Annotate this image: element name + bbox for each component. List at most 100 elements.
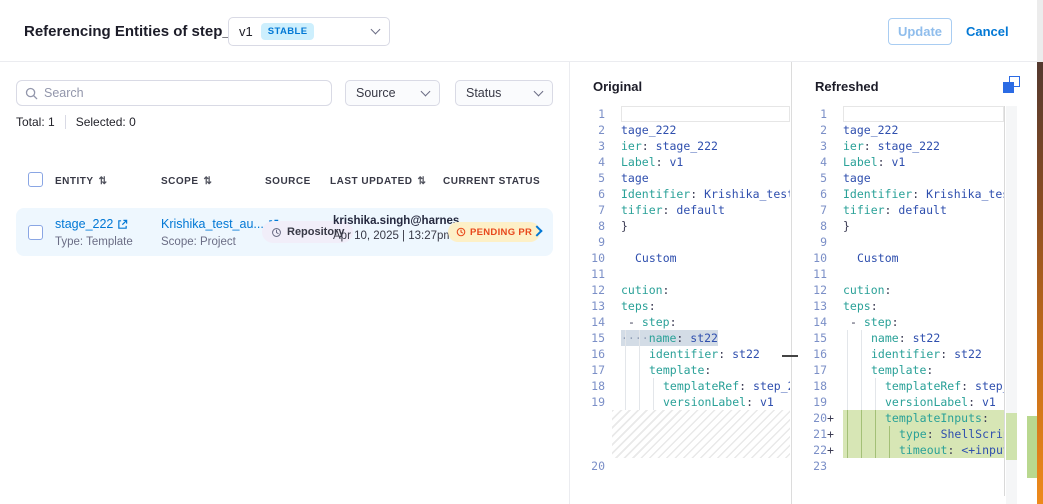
column-entity[interactable]: ENTITY⇅ [55,176,107,187]
code-line: 6Identifier: Krishika_test_aut [799,186,1004,202]
edge-strip-top [1037,0,1043,62]
code-line: 12cution: [577,282,790,298]
chevron-down-icon [421,86,431,96]
code-line: 21+type: ShellScript [799,426,1004,442]
row-checkbox[interactable] [28,225,43,240]
line-number: 22 [799,442,827,458]
code-line: 12cution: [799,282,1004,298]
diff-plus-sign [605,330,614,346]
line-number: 20 [799,410,827,426]
code-line: 11 [577,266,790,282]
code-line: 5tage [799,170,1004,186]
code-text: ier: stage_222 [621,138,718,154]
code-text: teps: [843,298,878,314]
column-scope[interactable]: SCOPE⇅ [161,176,212,187]
code-line: 2tage_222 [577,122,790,138]
indent-guide [639,394,640,410]
search-box[interactable] [16,80,332,106]
search-icon [25,87,38,100]
code-line: 20 [577,458,790,474]
code-line: 13teps: [577,298,790,314]
diff-plus-sign [605,202,614,218]
entity-link[interactable]: stage_222 [55,217,128,231]
diff-plus-sign [605,218,614,234]
diff-panel: Original Refreshed 12tage_2223ier: stage… [571,62,1043,504]
indent-guide [875,378,876,394]
diff-scrollbar[interactable] [1006,106,1017,504]
line-number: 15 [577,330,605,346]
copy-icon[interactable] [1003,76,1020,93]
code-text: Custom [621,250,677,266]
code-line: 9 [577,234,790,250]
diff-plus-sign: + [827,426,836,442]
version-select[interactable]: v1 STABLE [228,17,390,46]
indent-guide [625,394,626,410]
code-line: 7tifier: default [577,202,790,218]
code-line: 17template: [799,362,1004,378]
status-filter[interactable]: Status [455,80,553,106]
line-number: 1 [577,106,605,122]
original-code-pane[interactable]: 12tage_2223ier: stage_2224Label: v15tage… [577,106,790,496]
code-line: 6Identifier: Krishika_test_aut [577,186,790,202]
page-header: Referencing Entities of step_222 v1 STAB… [0,0,1043,62]
sort-icon[interactable]: ⇅ [99,176,108,187]
code-text: name: st22 [843,330,940,346]
code-text: - step: [843,314,899,330]
code-line: 10Custom [799,250,1004,266]
code-text: ier: stage_222 [843,138,940,154]
diff-plus-sign [605,170,614,186]
code-line: 1 [799,106,1004,122]
line-number: 17 [577,362,605,378]
line-number: 2 [577,122,605,138]
code-text: type: ShellScript [843,426,1004,442]
diff-plus-sign [605,298,614,314]
clock-icon [456,227,466,237]
diff-plus-sign: + [827,442,836,458]
code-line: 4Label: v1 [577,154,790,170]
scope-link[interactable]: Krishika_test_au... [161,217,279,231]
table-row[interactable]: stage_222 Type: Template Krishika_test_a… [16,208,553,256]
indent-guide [875,426,876,442]
indent-guide [875,442,876,458]
line-number: 19 [799,394,827,410]
search-input[interactable] [44,86,323,100]
updated-by: krishika.singh@harnes... [333,215,469,227]
code-text: Identifier: Krishika_test_aut [621,186,790,202]
code-text: templateRef: step_222 [843,378,1004,394]
status-badge: PENDING PR [448,222,540,242]
selected-count: Selected: 0 [76,115,136,129]
diff-plus-sign [605,266,614,282]
code-line: 14- step: [799,314,1004,330]
line-number: 15 [799,330,827,346]
status-filter-label: Status [466,86,501,100]
indent-guide [861,426,862,442]
select-all-checkbox[interactable] [28,172,43,187]
line-number: 20 [577,458,605,474]
chevron-down-icon [534,86,544,96]
diff-plus-sign [827,394,836,410]
diff-plus-sign [605,154,614,170]
diff-plus-sign [827,362,836,378]
code-text: Label: v1 [621,154,683,170]
line-number: 17 [799,362,827,378]
diff-plus-sign: + [827,410,836,426]
sort-icon[interactable]: ⇅ [204,176,213,187]
diff-plus-sign [605,138,614,154]
diff-plus-sign [827,298,836,314]
code-line: 9 [799,234,1004,250]
diff-gap-placeholder [612,410,790,458]
cancel-button[interactable]: Cancel [966,18,1009,45]
chevron-down-icon [371,25,381,35]
indent-guide [639,378,640,394]
refreshed-code-pane[interactable]: 12tage_2223ier: stage_2224Label: v15tage… [799,106,1005,496]
indent-guide [847,442,848,458]
column-last-updated[interactable]: LAST UPDATED⇅ [330,176,426,187]
line-number: 10 [577,250,605,266]
source-filter[interactable]: Source [345,80,440,106]
update-button[interactable]: Update [888,18,952,45]
code-text: templateRef: step_222 [621,378,790,394]
sort-icon[interactable]: ⇅ [417,176,426,187]
diff-sash[interactable] [791,62,792,504]
diff-plus-sign [605,378,614,394]
line-number: 6 [799,186,827,202]
